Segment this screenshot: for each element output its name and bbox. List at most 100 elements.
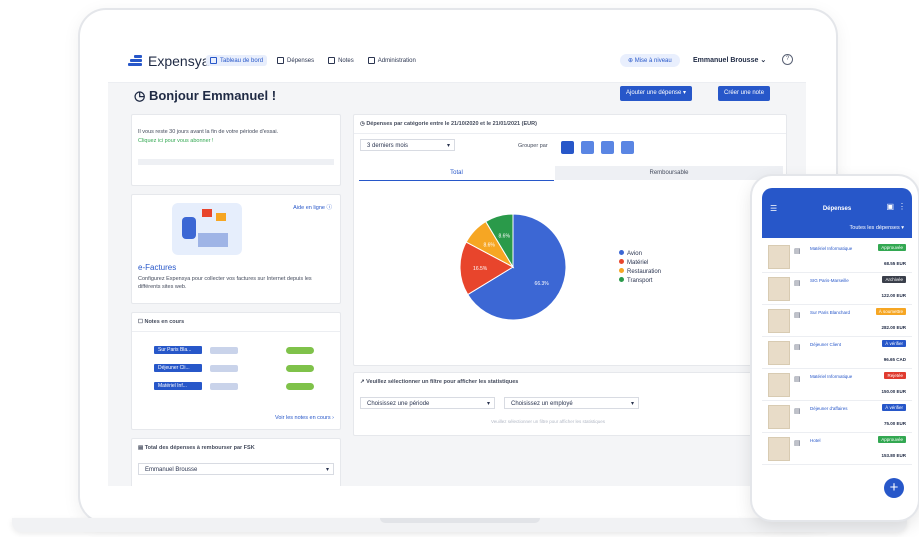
efactures-card: Aide en ligne ⓘ e-Factures Configurez Ex… bbox=[131, 194, 341, 304]
expense-item[interactable]: ▤ Déjeuner d'affaires À vérifier 75.00 EUR bbox=[762, 400, 912, 433]
expense-amount: 150.00 EUR bbox=[881, 389, 906, 394]
receipt-thumbnail bbox=[768, 277, 790, 301]
status-badge: Rejetée bbox=[884, 372, 906, 379]
expense-amount: 282.00 EUR bbox=[881, 325, 906, 330]
more-icon[interactable]: ⋮ bbox=[898, 202, 906, 211]
chart-title: ◷ Dépenses par catégorie entre le 21/10/… bbox=[360, 121, 537, 127]
legend-item: Restauration bbox=[619, 268, 661, 277]
employee-select[interactable]: Emmanuel Brousse ▾ bbox=[138, 463, 334, 475]
camera-icon[interactable]: ▣ bbox=[886, 202, 894, 211]
notes-card: ☐ Notes en cours Sur Paris Bla... Déjeun… bbox=[131, 312, 341, 430]
nav-notes[interactable]: Notes bbox=[324, 55, 358, 66]
receipt-thumbnail bbox=[768, 405, 790, 429]
receipt-thumbnail bbox=[768, 437, 790, 461]
page-title: ◷ Bonjour Emmanuel ! bbox=[134, 88, 277, 103]
notes-title: ☐ Notes en cours bbox=[138, 319, 185, 325]
add-fab-button[interactable]: + bbox=[884, 478, 904, 498]
expense-item[interactable]: ▤ Matériel Informatique Approuvée 68.55 EUR bbox=[762, 240, 912, 273]
pie-label: 8.6% bbox=[499, 233, 511, 239]
expense-name: Matériel Informatique bbox=[810, 374, 853, 379]
dashboard-icon bbox=[210, 57, 217, 64]
status-badge: Approuvée bbox=[878, 244, 906, 251]
nav-administration[interactable]: Administration bbox=[364, 55, 420, 66]
app-screen: Expensya Tableau de bord Dépenses Notes … bbox=[108, 40, 806, 486]
filter-title: ↗ Veuillez sélectionner un filtre pour a… bbox=[360, 379, 519, 385]
expense-amount: 122.00 EUR bbox=[881, 293, 906, 298]
expense-item[interactable]: ▤ Déjeuner Client À vérifier 96.65 CAD bbox=[762, 336, 912, 369]
notes-icon bbox=[328, 57, 336, 64]
receipt-thumbnail bbox=[768, 309, 790, 333]
expense-amount: 153.80 EUR bbox=[881, 453, 906, 458]
category-icon: ▤ bbox=[794, 344, 801, 351]
expenses-icon bbox=[277, 57, 285, 64]
expense-name: Déjeuner Client bbox=[810, 342, 842, 347]
note-row[interactable]: Déjeuner Cli... bbox=[154, 363, 314, 373]
expense-item[interactable]: ▤ Hotel Approuvée 153.80 EUR bbox=[762, 432, 912, 465]
see-notes-link[interactable]: Voir les notes en cours › bbox=[275, 415, 334, 421]
expense-item[interactable]: ▤ Matériel Informatique Rejetée 150.00 EUR bbox=[762, 368, 912, 401]
phone-mockup: ☰ Dépenses ▣ ⋮ Toutes les dépenses ▾ ▤ Ma… bbox=[752, 176, 918, 520]
filter-card: ↗ Veuillez sélectionner un filtre pour a… bbox=[353, 372, 787, 436]
legend-item: Matériel bbox=[619, 259, 661, 268]
category-icon: ▤ bbox=[794, 312, 801, 319]
filter-dropdown[interactable]: Toutes les dépenses ▾ bbox=[850, 225, 904, 231]
group-card-button[interactable] bbox=[601, 141, 614, 154]
top-bar: Expensya Tableau de bord Dépenses Notes … bbox=[108, 40, 806, 83]
expense-name: SIG Paris-Marseille bbox=[810, 278, 849, 283]
help-icon[interactable]: ? bbox=[782, 54, 793, 65]
legend-dot bbox=[619, 259, 624, 264]
status-badge: Approuvée bbox=[878, 436, 906, 443]
status-badge: À vérifier bbox=[882, 404, 906, 411]
receipt-thumbnail bbox=[768, 341, 790, 365]
subscribe-link[interactable]: Cliquez ici pour vous abonner ! bbox=[138, 138, 214, 144]
logo[interactable]: Expensya bbox=[128, 53, 209, 69]
create-note-button[interactable]: Créer une note bbox=[718, 86, 771, 101]
receipt-thumbnail bbox=[768, 245, 790, 269]
online-help-link[interactable]: Aide en ligne ⓘ bbox=[293, 203, 332, 211]
legend-dot bbox=[619, 277, 624, 282]
legend-item: Avion bbox=[619, 250, 661, 259]
expense-item[interactable]: ▤ SIG Paris-Marseille Archivée 122.00 EUR bbox=[762, 272, 912, 305]
tab-refundable[interactable]: Remboursable bbox=[555, 166, 783, 180]
upgrade-button[interactable]: ⊕ Mise à niveau bbox=[620, 54, 680, 67]
category-icon: ▤ bbox=[794, 408, 801, 415]
expense-name: Matériel Informatique bbox=[810, 246, 853, 251]
laptop-notch bbox=[380, 518, 540, 523]
expense-amount: 68.55 EUR bbox=[883, 261, 906, 266]
status-badge: Archivée bbox=[882, 276, 906, 283]
nav-expenses[interactable]: Dépenses bbox=[273, 55, 318, 66]
group-list-button[interactable] bbox=[621, 141, 634, 154]
efactures-illustration bbox=[172, 203, 242, 255]
chart-legend: Avion Matériel Restauration Transport bbox=[619, 250, 661, 286]
category-icon: ▤ bbox=[794, 376, 801, 383]
pie-label: 66.3% bbox=[535, 281, 550, 287]
chevron-down-icon: ⌄ bbox=[760, 57, 767, 64]
user-menu[interactable]: Emmanuel Brousse ⌄ bbox=[693, 56, 766, 64]
period-select[interactable]: 3 derniers mois ▾ bbox=[360, 139, 455, 151]
expense-name: Déjeuner d'affaires bbox=[810, 406, 848, 411]
add-expense-button[interactable]: Ajouter une dépense ▾ bbox=[620, 86, 693, 101]
tab-total[interactable]: Total bbox=[359, 166, 554, 181]
legend-dot bbox=[619, 268, 624, 273]
status-badge: À soumettre bbox=[875, 308, 906, 315]
app-name: Expensya bbox=[148, 53, 210, 69]
category-icon: ▤ bbox=[794, 280, 801, 287]
nav-dashboard[interactable]: Tableau de bord bbox=[206, 55, 268, 66]
pie-chart: 66.3% 16.5% 8.6% 8.6% bbox=[459, 213, 567, 321]
period-filter-select[interactable]: Choisissez une période ▾ bbox=[360, 397, 495, 409]
main-nav: Tableau de bord Dépenses Notes Administr… bbox=[206, 55, 420, 66]
note-row[interactable]: Sur Paris Bla... bbox=[154, 345, 314, 355]
phone-header: ☰ Dépenses ▣ ⋮ Toutes les dépenses ▾ bbox=[762, 188, 912, 238]
efactures-title: e-Factures bbox=[138, 263, 177, 272]
note-row[interactable]: Matériel Inf... bbox=[154, 381, 314, 391]
receipt-thumbnail bbox=[768, 373, 790, 397]
reimburse-card: ▤ Total des dépenses à rembourser par FS… bbox=[131, 438, 341, 486]
employee-filter-select[interactable]: Choisissez un employé ▾ bbox=[504, 397, 639, 409]
expense-item[interactable]: ▤ Sur Paris Blanchard À soumettre 282.00 EU… bbox=[762, 304, 912, 337]
status-badge: À vérifier bbox=[882, 340, 906, 347]
trial-card: Il vous reste 30 jours avant la fin de v… bbox=[131, 114, 341, 186]
category-icon: ▤ bbox=[794, 440, 801, 447]
category-icon: ▤ bbox=[794, 248, 801, 255]
group-grid-button[interactable] bbox=[561, 141, 574, 154]
group-folder-button[interactable] bbox=[581, 141, 594, 154]
